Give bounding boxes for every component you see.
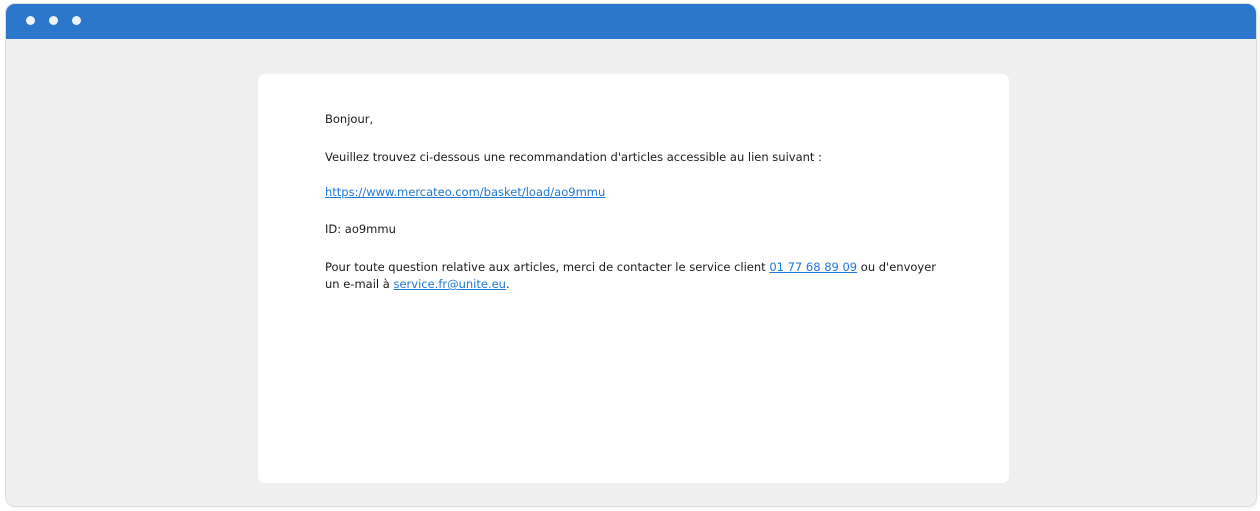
window-titlebar [6, 4, 1256, 39]
email-intro: Veuillez trouvez ci-dessous une recomman… [325, 150, 822, 164]
email-greeting: Bonjour, [325, 112, 374, 126]
contact-text: ou d'envoyer [857, 260, 937, 274]
window-dot-1[interactable] [26, 16, 35, 25]
browser-window: Bonjour, Veuillez trouvez ci-dessous une… [6, 4, 1256, 506]
contact-paragraph-line-1: Pour toute question relative aux article… [325, 259, 936, 275]
contact-text: . [505, 277, 510, 291]
basket-id: ID: ao9mmu [325, 222, 396, 236]
window-dot-2[interactable] [49, 16, 58, 25]
basket-link-line: https://www.mercateo.com/basket/load/ao9… [325, 184, 605, 200]
basket-link[interactable]: https://www.mercateo.com/basket/load/ao9… [325, 185, 605, 199]
contact-text: un e-mail à [325, 277, 394, 291]
email-link[interactable]: service.fr@unite.eu [393, 277, 506, 291]
contact-paragraph-line-2: un e-mail à service.fr@unite.eu. [325, 276, 510, 292]
email-card: Bonjour, Veuillez trouvez ci-dessous une… [258, 74, 1009, 483]
window-dot-3[interactable] [72, 16, 81, 25]
phone-link[interactable]: 01 77 68 89 09 [769, 260, 857, 274]
contact-text: Pour toute question relative aux article… [325, 260, 770, 274]
